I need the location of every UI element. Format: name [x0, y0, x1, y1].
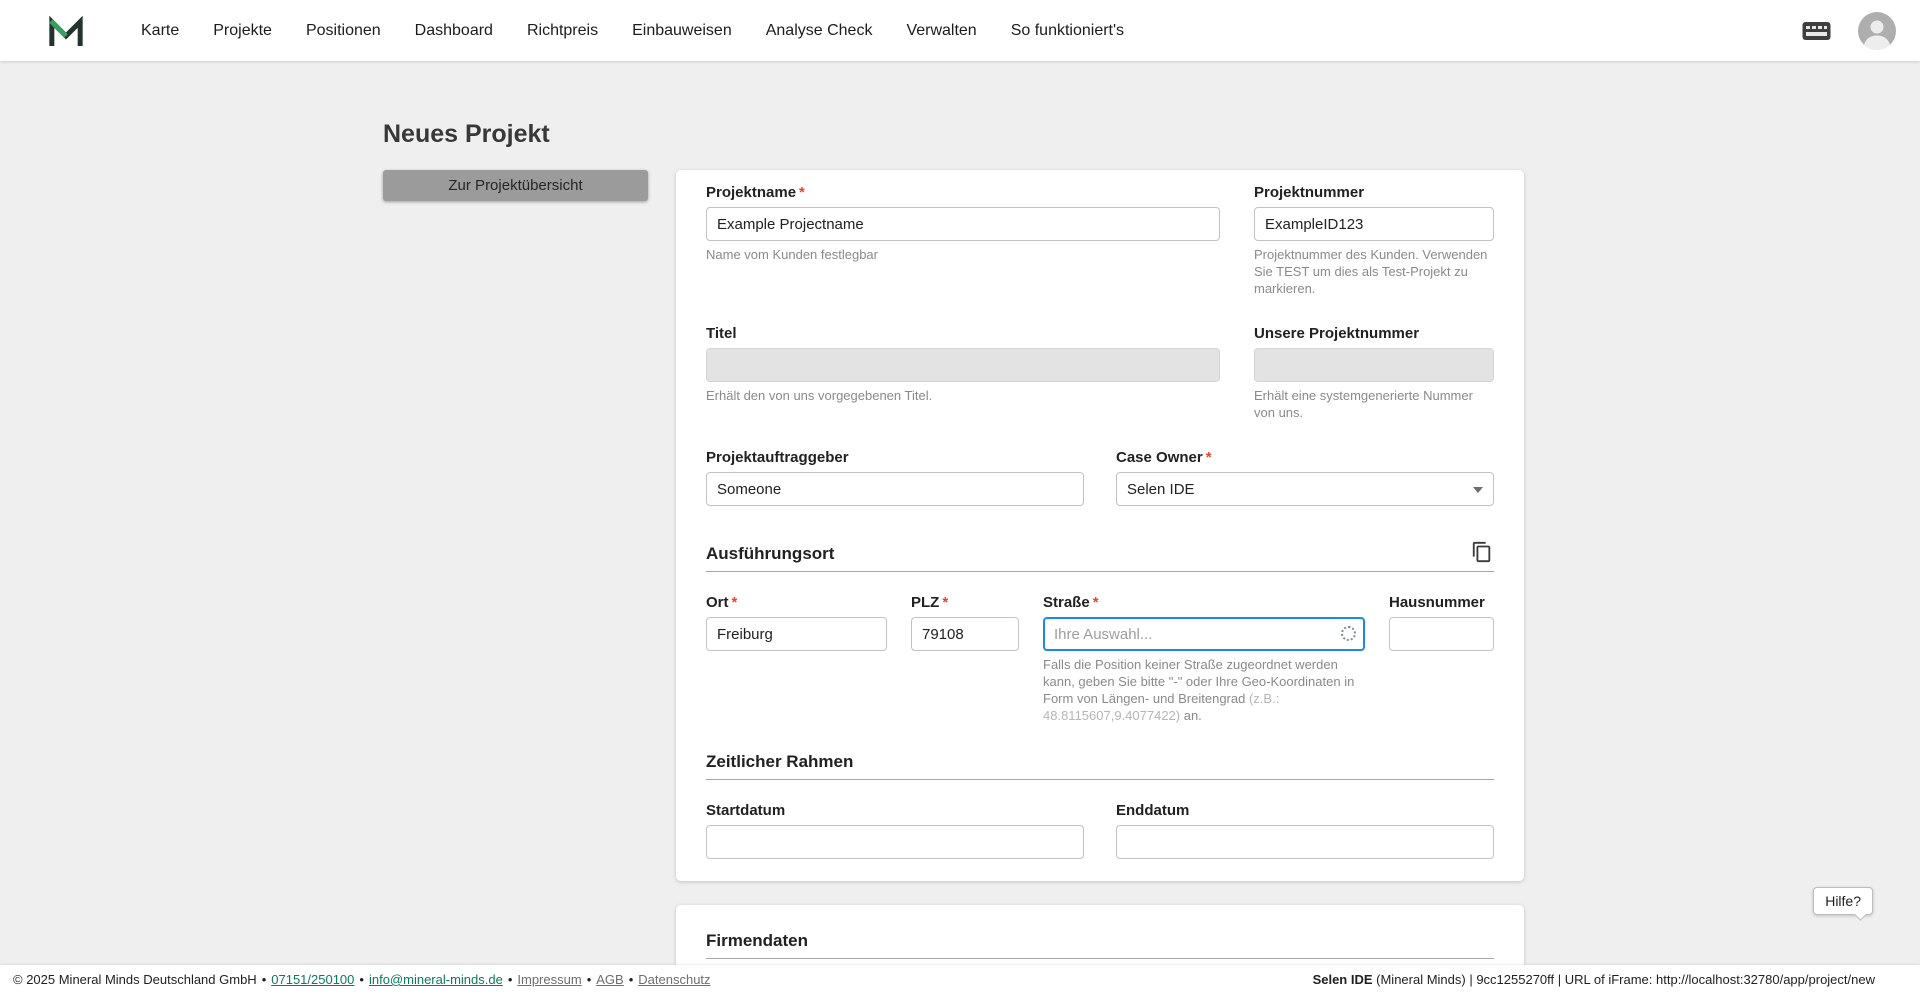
project-form-card: Projektname* Name vom Kunden festlegbar … [676, 170, 1524, 881]
nav-item-positionen[interactable]: Positionen [289, 0, 398, 61]
strasse-input[interactable] [1043, 617, 1365, 651]
main-area: Neues Projekt Zur Projektübersicht Proje… [0, 61, 1920, 965]
enddatum-input[interactable] [1116, 825, 1494, 859]
unsere-projektnummer-helper: Erhält eine systemgenerierte Nummer von … [1254, 387, 1494, 421]
strasse-helper: Falls die Position keiner Straße zugeord… [1043, 656, 1365, 724]
titel-label: Titel [706, 325, 1220, 343]
mineral-minds-logo-icon [46, 11, 86, 51]
projektname-label: Projektname* [706, 184, 1220, 202]
startdatum-field: Startdatum [706, 802, 1084, 859]
strasse-label: Straße* [1043, 594, 1365, 612]
projektnummer-field: Projektnummer Projektnummer des Kunden. … [1254, 184, 1494, 297]
ausfuehrungsort-section-header: Ausführungsort [706, 540, 1494, 572]
footer-email-link[interactable]: info@mineral-minds.de [369, 972, 503, 987]
titel-helper: Erhält den von uns vorgegebenen Titel. [706, 387, 1220, 404]
required-asterisk: * [1093, 594, 1099, 611]
projektauftraggeber-label: Projektauftraggeber [706, 449, 1084, 467]
firmendaten-title: Firmendaten [706, 931, 808, 951]
required-asterisk: * [732, 594, 738, 611]
required-asterisk: * [1206, 449, 1212, 466]
nav-item-richtpreis[interactable]: Richtpreis [510, 0, 615, 61]
help-button[interactable]: Hilfe? [1813, 887, 1873, 915]
startdatum-input[interactable] [706, 825, 1084, 859]
footer-separator: • [587, 972, 592, 987]
ausfuehrungsort-title: Ausführungsort [706, 544, 834, 564]
case-owner-field: Case Owner* Selen IDE [1116, 449, 1494, 506]
unsere-projektnummer-label: Unsere Projektnummer [1254, 325, 1494, 343]
nav-item-einbauweisen[interactable]: Einbauweisen [615, 0, 749, 61]
hausnummer-input[interactable] [1389, 617, 1494, 651]
brand-logo[interactable] [46, 11, 86, 51]
ort-label: Ort* [706, 594, 887, 612]
projektname-helper: Name vom Kunden festlegbar [706, 246, 1220, 263]
unsere-projektnummer-field: Unsere Projektnummer Erhält eine systemg… [1254, 325, 1494, 421]
projektname-field: Projektname* Name vom Kunden festlegbar [706, 184, 1220, 263]
footer-session-info: Selen IDE (Mineral Minds) | 9cc1255270ff… [1313, 972, 1907, 987]
required-asterisk: * [942, 594, 948, 611]
plz-label: PLZ* [911, 594, 1019, 612]
footer-user-details: (Mineral Minds) | 9cc1255270ff | URL of … [1373, 972, 1875, 987]
enddatum-label: Enddatum [1116, 802, 1494, 820]
zeitlicher-rahmen-section-header: Zeitlicher Rahmen [706, 752, 1494, 780]
projektauftraggeber-input[interactable] [706, 472, 1084, 506]
plz-field: PLZ* [911, 594, 1019, 651]
required-asterisk: * [799, 184, 805, 201]
footer-copyright: © 2025 Mineral Minds Deutschland GmbH [13, 972, 257, 987]
case-owner-select[interactable]: Selen IDE [1116, 472, 1494, 506]
left-column: Zur Projektübersicht [383, 170, 648, 201]
startdatum-label: Startdatum [706, 802, 1084, 820]
back-to-projects-button[interactable]: Zur Projektübersicht [383, 170, 648, 201]
footer-user-name: Selen IDE [1313, 972, 1373, 987]
user-avatar[interactable] [1858, 12, 1896, 50]
projektnummer-helper: Projektnummer des Kunden. Verwenden Sie … [1254, 246, 1494, 297]
nav-item-karte[interactable]: Karte [124, 0, 196, 61]
hausnummer-label: Hausnummer [1389, 594, 1494, 612]
footer-phone-link[interactable]: 07151/250100 [271, 972, 354, 987]
main-navigation: Karte Projekte Positionen Dashboard Rich… [124, 0, 1141, 61]
plz-input[interactable] [911, 617, 1019, 651]
navbar-right [1801, 12, 1896, 50]
navbar: Karte Projekte Positionen Dashboard Rich… [0, 0, 1920, 61]
copy-icon[interactable] [1470, 540, 1494, 564]
content-wrapper: Neues Projekt Zur Projektübersicht Proje… [383, 61, 1528, 965]
hausnummer-field: Hausnummer [1389, 594, 1494, 651]
strasse-field: Straße* Falls die Position keiner Straße… [1043, 594, 1365, 724]
nav-item-so-funktionierts[interactable]: So funktioniert's [994, 0, 1141, 61]
footer-agb-link[interactable]: AGB [596, 972, 623, 987]
server-icon[interactable] [1801, 18, 1832, 44]
nav-item-dashboard[interactable]: Dashboard [398, 0, 510, 61]
footer-impressum-link[interactable]: Impressum [517, 972, 581, 987]
projektnummer-label: Projektnummer [1254, 184, 1494, 202]
nav-item-verwalten[interactable]: Verwalten [889, 0, 993, 61]
footer: © 2025 Mineral Minds Deutschland GmbH • … [0, 965, 1920, 994]
titel-field: Titel Erhält den von uns vorgegebenen Ti… [706, 325, 1220, 404]
chevron-down-icon [1473, 487, 1483, 493]
firmendaten-section-header: Firmendaten [706, 931, 1494, 959]
page-title: Neues Projekt [383, 120, 1528, 149]
firmendaten-card: Firmendaten [676, 905, 1524, 965]
footer-datenschutz-link[interactable]: Datenschutz [638, 972, 710, 987]
case-owner-value: Selen IDE [1127, 481, 1195, 498]
nav-item-projekte[interactable]: Projekte [196, 0, 289, 61]
enddatum-field: Enddatum [1116, 802, 1494, 859]
footer-separator: • [262, 972, 267, 987]
unsere-projektnummer-input [1254, 348, 1494, 382]
loading-spinner-icon [1341, 626, 1356, 641]
footer-left: © 2025 Mineral Minds Deutschland GmbH • … [13, 972, 711, 987]
projektnummer-input[interactable] [1254, 207, 1494, 241]
nav-item-analyse-check[interactable]: Analyse Check [749, 0, 890, 61]
ort-input[interactable] [706, 617, 887, 651]
titel-input [706, 348, 1220, 382]
case-owner-label: Case Owner* [1116, 449, 1494, 467]
footer-separator: • [508, 972, 513, 987]
ort-field: Ort* [706, 594, 887, 651]
footer-separator: • [629, 972, 634, 987]
projektname-input[interactable] [706, 207, 1220, 241]
projektauftraggeber-field: Projektauftraggeber [706, 449, 1084, 506]
zeitlicher-rahmen-title: Zeitlicher Rahmen [706, 752, 853, 772]
footer-separator: • [359, 972, 364, 987]
